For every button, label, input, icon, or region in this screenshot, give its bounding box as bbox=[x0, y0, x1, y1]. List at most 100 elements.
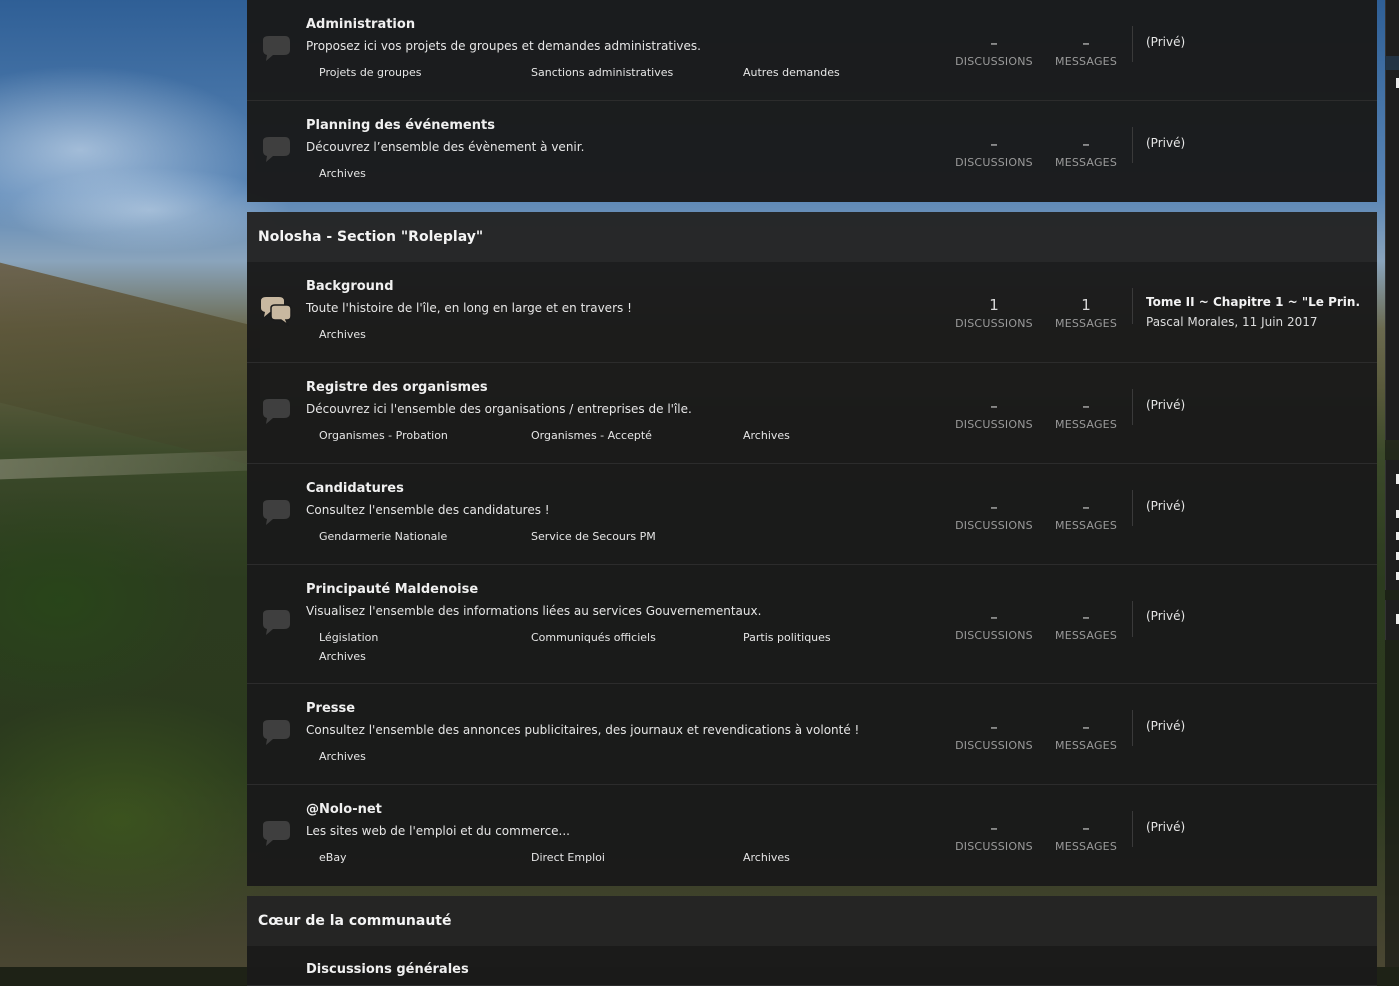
forum-list: Administration Proposez ici vos projets … bbox=[247, 0, 1377, 986]
forum-description: Découvrez l’ensemble des évènement à ven… bbox=[306, 140, 585, 154]
last-post-private: (Privé) bbox=[1146, 35, 1186, 49]
forum-title[interactable]: Registre des organismes bbox=[306, 380, 488, 395]
chat-bubble-icon bbox=[263, 500, 290, 525]
messages-label: MESSAGES bbox=[1055, 55, 1117, 68]
subforum-list: Archives bbox=[319, 750, 919, 763]
messages-label: MESSAGES bbox=[1055, 156, 1117, 169]
discussions-stat: – DISCUSSIONS bbox=[949, 717, 1039, 752]
category-header-community[interactable]: Cœur de la communauté bbox=[247, 896, 1377, 946]
subforum-link[interactable]: Archives bbox=[319, 750, 531, 763]
discussions-label: DISCUSSIONS bbox=[955, 739, 1033, 752]
forum-title[interactable]: Planning des événements bbox=[306, 118, 495, 133]
divider bbox=[1132, 127, 1133, 163]
forum-description: Consultez l'ensemble des annonces public… bbox=[306, 723, 860, 737]
subforum-link[interactable]: Législation bbox=[319, 631, 531, 644]
divider bbox=[1132, 288, 1133, 324]
last-post-private: (Privé) bbox=[1146, 820, 1186, 834]
messages-stat: – MESSAGES bbox=[1041, 818, 1131, 853]
discussions-label: DISCUSSIONS bbox=[955, 55, 1033, 68]
forum-description: Les sites web de l'emploi et du commerce… bbox=[306, 824, 570, 838]
last-post-private: (Privé) bbox=[1146, 499, 1186, 513]
subforum-link[interactable]: Organismes - Accepté bbox=[531, 429, 743, 442]
subforum-link[interactable]: Projets de groupes bbox=[319, 66, 531, 79]
last-post-title[interactable]: Tome II ~ Chapitre 1 ~ "Le Prin... bbox=[1146, 295, 1361, 309]
discussions-label: DISCUSSIONS bbox=[955, 840, 1033, 853]
messages-count: – bbox=[1082, 498, 1090, 516]
subforum-link[interactable]: Autres demandes bbox=[743, 66, 919, 79]
forum-title[interactable]: Background bbox=[306, 279, 394, 294]
subforum-link[interactable]: Communiqués officiels bbox=[531, 631, 743, 644]
discussions-count: – bbox=[990, 135, 998, 153]
forum-description: Proposez ici vos projets de groupes et d… bbox=[306, 39, 701, 53]
last-post-meta[interactable]: Pascal Morales, 11 Juin 2017 bbox=[1146, 315, 1318, 329]
subforum-list: Archives bbox=[319, 328, 919, 341]
discussions-stat: – DISCUSSIONS bbox=[949, 134, 1039, 169]
messages-stat: – MESSAGES bbox=[1041, 396, 1131, 431]
discussions-stat: 1 DISCUSSIONS bbox=[949, 295, 1039, 330]
right-sidebar-block bbox=[1385, 460, 1399, 590]
forum-node-discussions-generales: Discussions générales bbox=[247, 946, 1377, 986]
messages-stat: – MESSAGES bbox=[1041, 33, 1131, 68]
discussions-count: – bbox=[990, 34, 998, 52]
subforum-link[interactable]: Archives bbox=[743, 851, 919, 864]
chat-bubble-icon bbox=[263, 137, 290, 162]
forum-node-candidatures: Candidatures Consultez l'ensemble des ca… bbox=[247, 464, 1377, 565]
right-sidebar-block bbox=[1385, 70, 1399, 440]
forum-title[interactable]: Candidatures bbox=[306, 481, 404, 496]
subforum-link[interactable]: eBay bbox=[319, 851, 531, 864]
subforum-list: Organismes - Probation Organismes - Acce… bbox=[319, 429, 919, 442]
messages-stat: – MESSAGES bbox=[1041, 717, 1131, 752]
subforum-link[interactable]: Service de Secours PM bbox=[531, 530, 743, 543]
messages-label: MESSAGES bbox=[1055, 317, 1117, 330]
forum-description: Visualisez l'ensemble des informations l… bbox=[306, 604, 762, 618]
category-gap bbox=[247, 202, 1377, 212]
subforum-link[interactable]: Partis politiques bbox=[743, 631, 919, 644]
subforum-list: eBay Direct Emploi Archives bbox=[319, 851, 919, 864]
discussions-count: – bbox=[990, 397, 998, 415]
last-post-private: (Privé) bbox=[1146, 398, 1186, 412]
subforum-link[interactable]: Archives bbox=[743, 429, 919, 442]
subforum-link[interactable]: Direct Emploi bbox=[531, 851, 743, 864]
divider bbox=[1132, 811, 1133, 847]
subforum-link[interactable]: Sanctions administratives bbox=[531, 66, 743, 79]
divider bbox=[1132, 710, 1133, 746]
right-sidebar-block bbox=[1385, 600, 1399, 640]
messages-stat: 1 MESSAGES bbox=[1041, 295, 1131, 330]
subforum-link[interactable]: Organismes - Probation bbox=[319, 429, 531, 442]
messages-label: MESSAGES bbox=[1055, 519, 1117, 532]
right-sidebar-block bbox=[1385, 0, 1399, 56]
subforum-link[interactable]: Archives bbox=[319, 328, 531, 341]
chat-bubble-icon bbox=[263, 36, 290, 61]
messages-count: – bbox=[1082, 34, 1090, 52]
category-header-roleplay[interactable]: Nolosha - Section "Roleplay" bbox=[247, 212, 1377, 262]
forum-title[interactable]: Presse bbox=[306, 701, 355, 716]
discussions-count: – bbox=[990, 498, 998, 516]
category-gap bbox=[247, 886, 1377, 896]
forum-title[interactable]: Discussions générales bbox=[306, 962, 469, 977]
messages-label: MESSAGES bbox=[1055, 739, 1117, 752]
forum-description: Découvrez ici l'ensemble des organisatio… bbox=[306, 402, 692, 416]
forum-title[interactable]: Principauté Maldenoise bbox=[306, 582, 478, 597]
forum-title[interactable]: Administration bbox=[306, 17, 415, 32]
discussions-label: DISCUSSIONS bbox=[955, 317, 1033, 330]
messages-stat: – MESSAGES bbox=[1041, 497, 1131, 532]
divider bbox=[1132, 601, 1133, 637]
subforum-list: Gendarmerie Nationale Service de Secours… bbox=[319, 530, 919, 543]
discussions-count: – bbox=[990, 819, 998, 837]
subforum-link[interactable]: Archives bbox=[319, 650, 531, 663]
subforum-link[interactable]: Gendarmerie Nationale bbox=[319, 530, 531, 543]
forum-title[interactable]: @Nolo-net bbox=[306, 802, 382, 817]
discussions-count: – bbox=[990, 718, 998, 736]
messages-stat: – MESSAGES bbox=[1041, 607, 1131, 642]
forum-description: Toute l'histoire de l'île, en long en la… bbox=[306, 301, 632, 315]
discussions-count: 1 bbox=[989, 296, 999, 314]
chat-bubbles-icon bbox=[261, 297, 292, 326]
messages-count: 1 bbox=[1081, 296, 1091, 314]
forum-node-planning: Planning des événements Découvrez l’ense… bbox=[247, 101, 1377, 202]
messages-count: – bbox=[1082, 718, 1090, 736]
subforum-list: Projets de groupes Sanctions administrat… bbox=[319, 66, 919, 79]
subforum-link[interactable]: Archives bbox=[319, 167, 531, 180]
messages-count: – bbox=[1082, 608, 1090, 626]
discussions-label: DISCUSSIONS bbox=[955, 519, 1033, 532]
messages-label: MESSAGES bbox=[1055, 629, 1117, 642]
